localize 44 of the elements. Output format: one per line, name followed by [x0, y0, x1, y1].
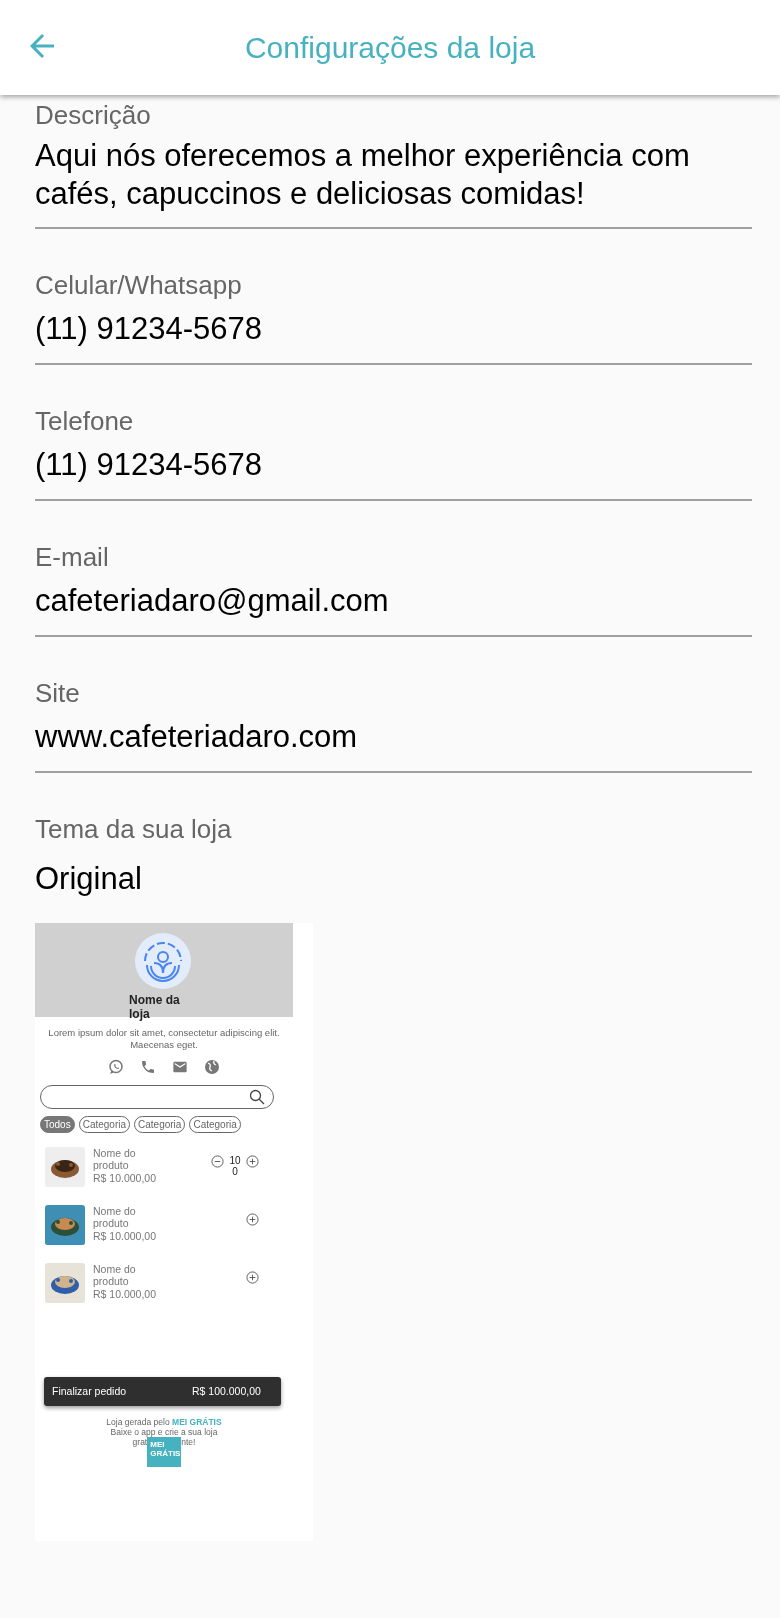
download-text: nte!	[181, 1437, 196, 1447]
product-price: R$ 10.000,00	[93, 1287, 158, 1302]
field-label: E-mail	[35, 541, 110, 574]
plus-icon[interactable]	[246, 1271, 259, 1284]
theme-value[interactable]: Original	[35, 849, 142, 923]
phone-icon[interactable]	[140, 1059, 156, 1075]
page-title: Configurações da loja	[244, 30, 536, 66]
field-label: Site	[35, 677, 81, 710]
credit-text: Loja gerada pelo MEI GRÁTIS	[105, 1417, 223, 1427]
checkout-label: Finalizar pedido	[52, 1383, 128, 1399]
download-text: grat	[132, 1437, 148, 1447]
input-field[interactable]: (11) 91234-5678	[35, 441, 752, 501]
store-logo-icon	[135, 933, 191, 989]
input-field[interactable]: cafeteriadaro@gmail.com	[35, 577, 752, 637]
product-name: Nome do produto	[93, 1263, 137, 1287]
category-chip[interactable]: Categoria	[78, 1116, 131, 1133]
quantity: 100	[228, 1155, 242, 1177]
input-field[interactable]: www.cafeteriadaro.com	[35, 713, 752, 773]
checkout-total: R$ 100.000,00	[192, 1383, 261, 1399]
product-price: R$ 10.000,00	[93, 1229, 158, 1244]
field-label: Tema da sua loja	[35, 813, 233, 846]
product-price: R$ 10.000,00	[93, 1171, 158, 1186]
plus-icon[interactable]	[246, 1213, 259, 1226]
input-field[interactable]: (11) 91234-5678	[35, 305, 752, 365]
category-chip[interactable]: Categoria	[189, 1116, 241, 1133]
store-description: Lorem ipsum dolor sit amet, consectetur adipiscing elit. Maecenas eget.	[47, 1026, 281, 1051]
store-name: Nome da loja	[129, 993, 181, 1021]
field-label: Celular/Whatsapp	[35, 269, 243, 302]
download-text: Baixe o app e crie a sua loja	[109, 1427, 219, 1437]
theme-preview[interactable]	[35, 923, 313, 1541]
product-name: Nome do produto	[93, 1147, 137, 1171]
search-icon[interactable]	[249, 1089, 265, 1105]
mail-icon[interactable]	[172, 1059, 188, 1075]
category-chip[interactable]: Todos	[40, 1116, 75, 1133]
product-name: Nome do produto	[93, 1205, 137, 1229]
input-field[interactable]: Aqui nós oferecemos a melhor experiência com cafés, capuccinos e deliciosas comidas!	[35, 135, 752, 229]
category-chip[interactable]: Categoria	[134, 1116, 186, 1133]
plus-icon[interactable]	[246, 1155, 259, 1168]
minus-icon[interactable]	[211, 1155, 224, 1168]
field-label: Descrição	[35, 99, 152, 132]
globe-icon[interactable]	[204, 1059, 220, 1075]
field-label: Telefone	[35, 405, 135, 438]
whatsapp-icon[interactable]	[108, 1059, 124, 1075]
checkout-bar[interactable]: Finalizar pedido R$ 100.000,00	[44, 1377, 281, 1406]
